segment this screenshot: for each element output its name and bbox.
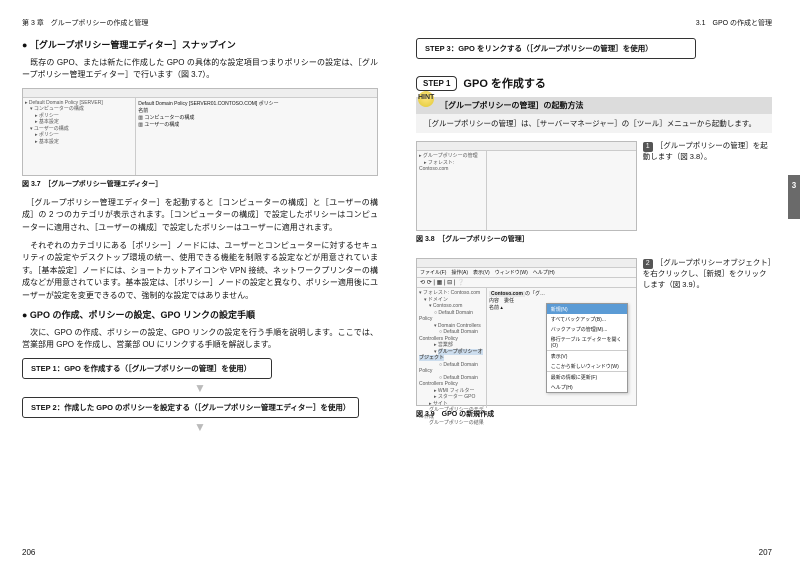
ctx-view[interactable]: 表示(V) bbox=[547, 350, 627, 361]
figure-3-7-content: Default Domain Policy [SERVER01.CONTOSO.… bbox=[136, 98, 377, 175]
big-step-header: STEP 1 GPO を作成する bbox=[416, 75, 772, 91]
step-frame-3: STEP 3：GPO をリンクする（［グループポリシーの管理］を使用） bbox=[416, 38, 696, 59]
fig39-row: ファイル(F) 操作(A) 表示(V) ウィンドウ(W) ヘルプ(H) ⟲ ⟳ … bbox=[416, 258, 772, 427]
fig38-row: ▸ グループポリシーの管理 ▸ フォレスト: Contoso.com 図 3.8… bbox=[416, 141, 772, 252]
ctx-new[interactable]: 新規(N) bbox=[547, 304, 627, 314]
step-badge: STEP 1 bbox=[416, 76, 457, 91]
para-procedure-intro: 次に、GPO の作成、ポリシーの設定、GPO リンクの設定を行う手順を説明します… bbox=[22, 327, 378, 352]
step-frame-1: STEP 1：GPO を作成する（［グループポリシーの管理］を使用） bbox=[22, 358, 272, 379]
hint-box: HINT ［グループポリシーの管理］の起動方法 ［グループポリシーの管理］は、［… bbox=[416, 97, 772, 133]
figure-3-9-tree: ▾ フォレスト: Contoso.com ▾ ドメイン ▾ Contoso.co… bbox=[417, 288, 487, 408]
figure-3-8: ▸ グループポリシーの管理 ▸ フォレスト: Contoso.com bbox=[416, 141, 637, 231]
chapter-tab: 3 bbox=[788, 175, 800, 219]
page-number-right: 207 bbox=[759, 548, 772, 557]
figure-3-8-caption: 図 3.8 ［グループポリシーの管理］ bbox=[416, 234, 637, 244]
step-title: GPO を作成する bbox=[463, 75, 546, 91]
callout-num-2: 2 bbox=[643, 259, 653, 269]
figure-3-7-tree: ▸ Default Domain Policy [SERVER] ▾ コンピュー… bbox=[23, 98, 136, 175]
hint-title: ［グループポリシーの管理］の起動方法 bbox=[416, 97, 772, 114]
step-frame-2: STEP 2：作成した GPO のポリシーを設定する（［グループポリシー管理エデ… bbox=[22, 397, 359, 418]
callout-1: 1［グループポリシーの管理］を起動します（図 3.8）。 bbox=[643, 141, 772, 163]
para-categories: ［グループポリシー管理エディター］を起動すると［コンピューターの構成］と［ユーザ… bbox=[22, 197, 378, 234]
page-number-left: 206 bbox=[22, 548, 35, 557]
callout-num-1: 1 bbox=[643, 142, 653, 152]
para-policy-pref: それぞれのカテゴリにある［ポリシー］ノードには、ユーザーとコンピューターに対する… bbox=[22, 240, 378, 302]
context-menu: 新規(N) すべてバックアップ(B)... バックアップの管理(M)... 移行… bbox=[546, 303, 628, 393]
figure-3-7: ▸ Default Domain Policy [SERVER] ▾ コンピュー… bbox=[22, 88, 378, 176]
ctx-manage-backup[interactable]: バックアップの管理(M)... bbox=[547, 324, 627, 334]
ctx-backup-all[interactable]: すべてバックアップ(B)... bbox=[547, 314, 627, 324]
figure-3-9: ファイル(F) 操作(A) 表示(V) ウィンドウ(W) ヘルプ(H) ⟲ ⟳ … bbox=[416, 258, 637, 406]
callout-2: 2［グループポリシーオブジェクト］を右クリックし、［新規］をクリックします（図 … bbox=[643, 258, 772, 290]
hint-icon: HINT bbox=[418, 91, 434, 107]
hint-body: ［グループポリシーの管理］は、［サーバーマネージャー］の［ツール］メニューから起… bbox=[416, 114, 772, 133]
figure-3-7-caption: 図 3.7 ［グループポリシー管理エディター］ bbox=[22, 179, 378, 189]
section-heading-gpe: ● ［グループポリシー管理エディター］スナップイン bbox=[22, 38, 378, 51]
running-head-left: 第 3 章 グループポリシーの作成と管理 bbox=[22, 18, 378, 28]
ctx-new-window[interactable]: ここから新しいウィンドウ(W) bbox=[547, 361, 627, 371]
ctx-refresh[interactable]: 最新の情報に更新(F) bbox=[547, 371, 627, 382]
para-intro-gpe: 既存の GPO、または新たに作成した GPO の具体的な設定項目つまりポリシーの… bbox=[22, 57, 378, 82]
ctx-help[interactable]: ヘルプ(H) bbox=[547, 382, 627, 392]
arrow-down-icon: ▼ bbox=[22, 383, 378, 393]
section-heading-procedure: ● GPO の作成、ポリシーの設定、GPO リンクの設定手順 bbox=[22, 308, 378, 321]
running-head-right: 3.1 GPO の作成と管理 bbox=[416, 18, 772, 28]
arrow-down-icon: ▼ bbox=[22, 422, 378, 432]
ctx-migration-table[interactable]: 移行テーブル エディターを開く(O) bbox=[547, 334, 627, 350]
